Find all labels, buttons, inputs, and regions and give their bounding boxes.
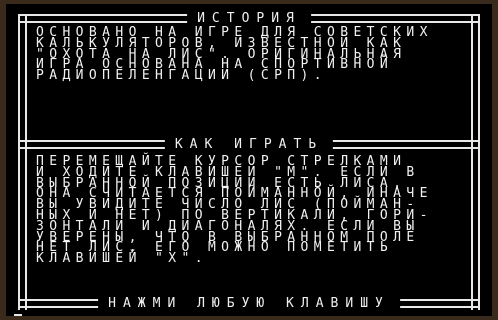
- history-text: ОСНОВАНО НА ИГРЕ ДЛЯ СОВЕТСКИХ КАЛЬКУЛЯТО…: [36, 26, 466, 84]
- frame-right-border: [471, 14, 480, 310]
- howto-text-line: КЛАВИШЕЙ "Х".: [36, 251, 208, 267]
- text-frame: ИСТОРИЯ ОСНОВАНО НА ИГРЕ ДЛЯ СОВЕТСКИХ КА…: [18, 12, 480, 311]
- press-any-key-prompt[interactable]: НАЖМИ ЛЮБУЮ КЛАВИШУ: [98, 297, 400, 311]
- frame-left-border: [18, 14, 27, 310]
- howto-title: КАК ИГРАТЬ: [164, 138, 334, 152]
- history-text-line: РАДИОПЕЛЕНГАЦИИ (СРП).: [36, 68, 327, 84]
- text-cursor: [14, 314, 22, 316]
- game-screen[interactable]: ИСТОРИЯ ОСНОВАНО НА ИГРЕ ДЛЯ СОВЕТСКИХ КА…: [6, 4, 492, 316]
- history-title: ИСТОРИЯ: [187, 12, 311, 26]
- howto-text: ПЕРЕМЕЩАЙТЕ КУРСОР СТРЕЛКАМИ И ХОДИТЕ КЛА…: [36, 155, 466, 267]
